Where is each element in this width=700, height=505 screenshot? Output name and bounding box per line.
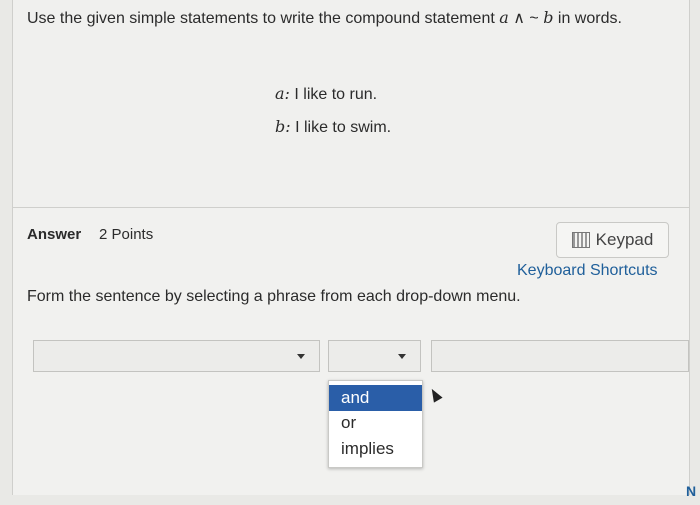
question-area: Use the given simple statements to write… (13, 0, 689, 208)
statement-b-text: I like to swim. (290, 119, 392, 136)
menu-option-and[interactable]: and (329, 385, 422, 411)
var-b: b (543, 8, 554, 27)
answer-label: Answer (27, 226, 82, 243)
statement-b-var: b: (275, 117, 291, 136)
keypad-icon (571, 232, 590, 248)
statement-a: a: I like to run. (275, 84, 377, 104)
statement-a-var: a: (275, 84, 290, 103)
dropdown-second-phrase[interactable] (431, 340, 689, 372)
var-a: a (499, 8, 509, 27)
not-operator: ~ (529, 10, 544, 27)
and-operator: ∧ (508, 10, 530, 27)
menu-option-implies[interactable]: implies (329, 435, 422, 463)
statement-b: b: I like to swim. (275, 117, 391, 137)
keyboard-shortcuts-link[interactable]: Keyboard Shortcuts (517, 262, 658, 280)
question-text: Use the given simple statements to write… (27, 6, 667, 31)
next-button[interactable]: N (686, 483, 696, 499)
chevron-down-icon (398, 354, 406, 359)
statement-a-text: I like to run. (289, 86, 378, 103)
menu-option-or[interactable]: or (329, 411, 422, 435)
dropdown-connective[interactable] (328, 340, 421, 372)
connective-menu: and or implies (328, 380, 423, 468)
points-label: 2 Points (99, 226, 154, 243)
instruction-text: Form the sentence by selecting a phrase … (27, 288, 521, 305)
keypad-label: Keypad (595, 230, 654, 249)
question-panel: Use the given simple statements to write… (12, 0, 690, 495)
keypad-button[interactable]: Keypad (556, 222, 669, 258)
dropdown-first-phrase[interactable] (33, 340, 320, 372)
question-text-part: Use the given simple statements to write… (27, 10, 500, 27)
chevron-down-icon (297, 354, 305, 359)
question-text-end: in words. (553, 10, 622, 27)
